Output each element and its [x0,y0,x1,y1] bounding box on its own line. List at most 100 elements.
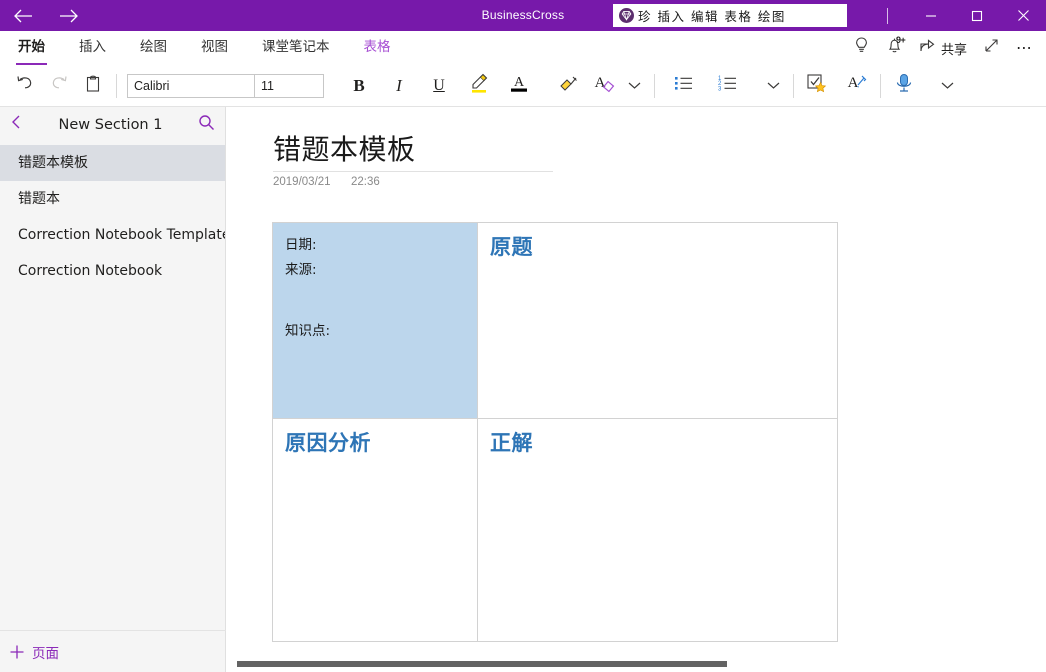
add-page-label: 页面 [32,642,59,662]
undo-icon [15,74,35,97]
horizontal-scrollbar[interactable] [237,659,1043,669]
svg-text:A: A [848,75,859,91]
font-more-dropdown[interactable] [620,69,648,103]
onenote-window: BusinessCross 珍 插入 编辑 表格 绘图 [0,0,1046,672]
notification-badge: 9+ [896,35,905,45]
heading-original-question: 原题 [490,233,825,261]
ink-to-text-button[interactable]: A [840,69,874,103]
page-item-3[interactable]: Correction Notebook [0,253,225,289]
font-size-input[interactable]: 11 [255,75,323,97]
page-item-0[interactable]: 错题本模板 [0,145,225,181]
horizontal-scrollbar-thumb[interactable] [237,661,727,667]
redo-icon [49,74,69,97]
expand-icon [983,37,1000,59]
lightbulb-icon [853,36,870,60]
tell-me-search-box[interactable]: 珍 插入 编辑 表格 绘图 [613,4,847,27]
dictate-button[interactable] [887,69,921,103]
cell-original-question[interactable]: 原题 [478,223,838,419]
full-screen-button[interactable] [976,33,1007,63]
list-more-dropdown[interactable] [759,69,787,103]
share-button[interactable]: 共享 [912,33,974,63]
table-row: 原因分析 正解 [273,419,838,642]
redo-button[interactable] [42,69,76,103]
tab-home[interactable]: 开始 [8,31,55,65]
highlight-button[interactable] [462,69,496,103]
font-name-input[interactable]: Calibri [128,75,255,97]
tab-class-notebook[interactable]: 课堂笔记本 [252,31,340,65]
maximize-button[interactable] [954,0,1000,31]
sidebar-header: New Section 1 [0,107,225,142]
tab-table[interactable]: 表格 [354,31,401,65]
back-button[interactable] [0,0,46,31]
spacer [285,283,465,319]
table-row: 日期: 来源: 知识点: 原题 [273,223,838,419]
tab-insert[interactable]: 插入 [69,31,116,65]
section-title: New Section 1 [32,117,189,133]
italic-button[interactable]: I [382,69,416,103]
window-controls [887,0,1046,31]
tab-draw[interactable]: 绘图 [130,31,177,65]
correction-template-table[interactable]: 日期: 来源: 知识点: 原题 原因分析 正解 [272,222,838,642]
chevron-left-icon [10,114,22,135]
more-options-button[interactable]: ⋯ [1009,33,1040,63]
page-item-1[interactable]: 错题本 [0,181,225,217]
cell-correct-answer[interactable]: 正解 [478,419,838,642]
todo-tag-button[interactable] [800,69,834,103]
clear-formatting-icon: A [591,72,615,99]
forward-button[interactable] [46,0,92,31]
toolbar-divider-1 [116,74,117,98]
cell-info-fields[interactable]: 日期: 来源: 知识点: [273,223,478,419]
highlighter-icon [467,72,491,99]
formatting-toolbar: Calibri 11 B I U A [0,65,1046,107]
heading-cause-analysis: 原因分析 [285,429,465,457]
underline-button[interactable]: U [422,69,456,103]
note-canvas[interactable]: 错题本模板 2019/03/21 22:36 日期: 来源: 知识点: 原题 原 [227,107,1046,672]
add-page-button[interactable]: 页面 [0,630,226,672]
sidebar-search-button[interactable] [189,114,215,136]
undo-button[interactable] [8,69,42,103]
page-date: 2019/03/21 [273,176,351,188]
notifications-button[interactable]: 9+ [879,33,910,63]
tell-me-lightbulb-button[interactable] [846,33,877,63]
title-bar: BusinessCross 珍 插入 编辑 表格 绘图 [0,0,1046,31]
forward-arrow-icon [59,9,79,23]
bullet-list-button[interactable] [667,69,701,103]
search-icon [198,114,215,136]
ribbon-right-actions: 9+ 共享 ⋯ [846,31,1040,65]
ink-to-text-icon: A [845,72,869,99]
clipboard-button[interactable] [76,69,110,103]
clear-formatting-button[interactable]: A [586,69,620,103]
sidebar-back-button[interactable] [10,114,32,135]
tab-view[interactable]: 视图 [191,31,238,65]
font-controls: Calibri 11 [127,74,324,98]
page-list: 错题本模板 错题本 Correction Notebook Template C… [0,145,225,289]
numbered-list-button[interactable]: 1 2 3 [711,69,745,103]
label-date: 日期: [285,233,465,258]
bold-icon: B [353,76,364,96]
label-source: 来源: [285,258,465,283]
todo-star-tag-icon [805,72,829,99]
toolbar-divider-2 [654,74,655,98]
italic-icon: I [396,76,402,96]
page-item-2[interactable]: Correction Notebook Template [0,217,225,253]
ellipsis-icon: ⋯ [1016,43,1033,53]
toolbar-divider-4 [880,74,881,98]
cell-cause-analysis[interactable]: 原因分析 [273,419,478,642]
close-button[interactable] [1000,0,1046,31]
underline-icon: U [433,77,445,95]
page-title[interactable]: 错题本模板 [273,128,416,168]
dictate-microphone-icon [893,72,915,99]
bullet-list-icon [673,73,695,98]
page-time: 22:36 [351,176,380,188]
format-painter-button[interactable] [552,69,586,103]
dictate-more-dropdown[interactable] [933,69,961,103]
tell-me-gem-icon [619,8,634,23]
font-color-icon: A [508,72,530,99]
label-knowledge-point: 知识点: [285,319,465,344]
minimize-button[interactable] [908,0,954,31]
tell-me-text: 珍 插入 编辑 表格 绘图 [638,6,786,25]
format-painter-icon [557,72,581,99]
svg-text:A: A [514,75,525,90]
bold-button[interactable]: B [342,69,376,103]
font-color-button[interactable]: A [502,69,536,103]
